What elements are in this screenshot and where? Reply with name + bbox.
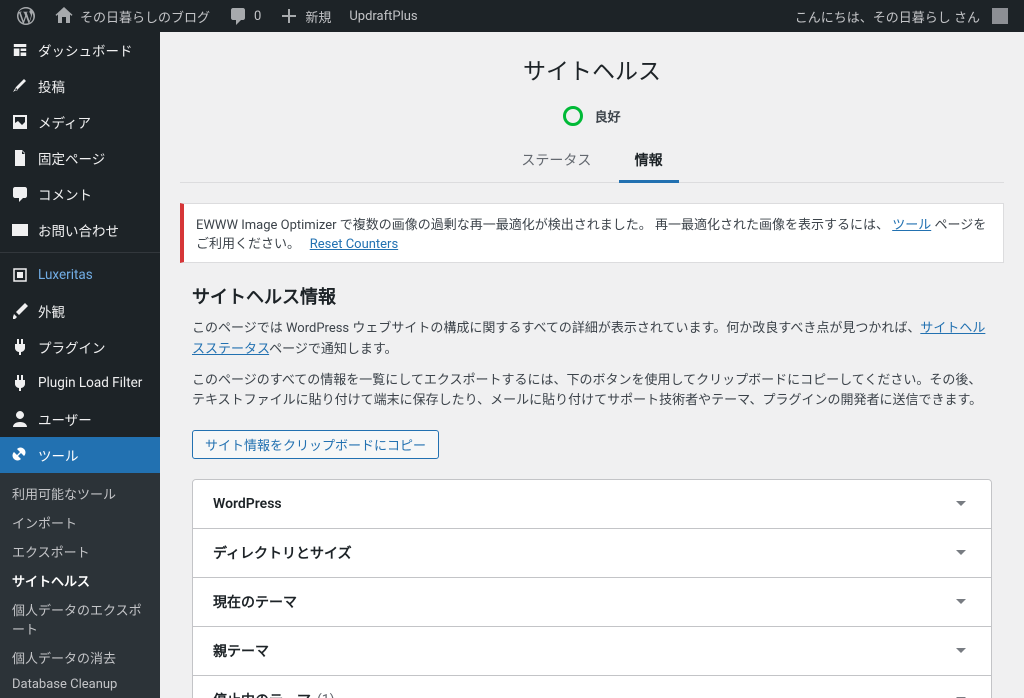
sidebar-item-label: 投稿 [38, 76, 152, 96]
accordion-toggle[interactable]: 現在のテーマ [193, 578, 991, 626]
sidebar-item-appearance[interactable]: 外観 [0, 293, 160, 329]
new-content[interactable]: 新規 [271, 0, 339, 32]
accordion-label: 現在のテーマ [213, 592, 297, 612]
ewww-notice: EWWW Image Optimizer で複数の画像の過剰な再一最適化が検出さ… [180, 203, 1004, 263]
lux-icon [10, 265, 30, 285]
sidebar-item-label: 外観 [38, 301, 152, 321]
sidebar-item-label: メディア [38, 112, 152, 132]
accordion-item: 現在のテーマ [193, 578, 991, 627]
sidebar-item-label: 固定ページ [38, 148, 152, 168]
page-title: サイトヘルス [180, 52, 1004, 86]
submenu-item-erase-personal[interactable]: 個人データの消去 [0, 643, 160, 672]
submenu-item-export-personal[interactable]: 個人データのエクスポート [0, 595, 160, 643]
sidebar-item-label: コメント [38, 184, 152, 204]
accordion-toggle[interactable]: 親テーマ [193, 627, 991, 675]
sidebar-item-label: プラグイン [38, 337, 152, 357]
sidebar-item-pluginloadfilter[interactable]: Plugin Load Filter [0, 365, 160, 401]
accordion-label: WordPress [213, 496, 282, 512]
sidebar-item-posts[interactable]: 投稿 [0, 68, 160, 104]
admin-sidebar: ダッシュボード投稿メディア固定ページコメントお問い合わせ Luxeritas 外観プ… [0, 32, 160, 698]
chevron-down-icon [951, 543, 971, 563]
page-icon [10, 148, 30, 168]
sidebar-item-media[interactable]: メディア [0, 104, 160, 140]
dash-icon [10, 40, 30, 60]
accordion-toggle[interactable]: WordPress [193, 480, 991, 528]
avatar-icon [992, 8, 1008, 24]
accordion-item: WordPress [193, 480, 991, 529]
site-name: その日暮らしのブログ [80, 7, 210, 26]
my-account[interactable]: こんにちは、その日暮らし さん [787, 0, 1016, 32]
info-paragraph-2: このページのすべての情報を一覧にしてエクスポートするには、下のボタンを使用してク… [192, 371, 992, 413]
site-home[interactable]: その日暮らしのブログ [46, 0, 218, 32]
comment-icon [228, 6, 248, 26]
health-status: 良好 [180, 106, 1004, 126]
plug-icon [10, 373, 30, 393]
info-heading: サイトヘルス情報 [192, 283, 992, 309]
chevron-down-icon [951, 690, 971, 698]
tab-info[interactable]: 情報 [619, 140, 679, 183]
sidebar-item-pages[interactable]: 固定ページ [0, 140, 160, 176]
plus-icon [279, 6, 299, 26]
comment-count: 0 [254, 9, 261, 24]
accordion-item: ディレクトリとサイズ [193, 529, 991, 578]
sidebar-item-label: Plugin Load Filter [38, 375, 152, 391]
reset-counters-link[interactable]: Reset Counters [310, 237, 398, 252]
user-icon [10, 409, 30, 429]
sidebar-item-dashboard[interactable]: ダッシュボード [0, 32, 160, 68]
sidebar-item-label: ツール [38, 445, 152, 465]
status-label: 良好 [595, 111, 621, 126]
mail-icon [10, 220, 30, 240]
wordpress-icon [16, 6, 36, 26]
health-tabs: ステータス 情報 [180, 140, 1004, 183]
accordion-item: 停止中のテーマ (1) [193, 676, 991, 698]
accordion-count: (1) [317, 692, 335, 698]
sidebar-item-users[interactable]: ユーザー [0, 401, 160, 437]
copy-site-info-button[interactable]: サイト情報をクリップボードにコピー [192, 430, 439, 459]
accordion-item: 親テーマ [193, 627, 991, 676]
wp-logo[interactable] [8, 0, 44, 32]
accordion-toggle[interactable]: ディレクトリとサイズ [193, 529, 991, 577]
sidebar-item-label: ユーザー [38, 409, 152, 429]
pin-icon [10, 76, 30, 96]
plug-icon [10, 337, 30, 357]
sidebar-item-comments[interactable]: コメント [0, 176, 160, 212]
tools-submenu: 利用可能なツールインポートエクスポートサイトヘルス個人データのエクスポート個人デ… [0, 473, 160, 698]
new-label: 新規 [305, 7, 331, 26]
notice-tools-link[interactable]: ツール [892, 218, 931, 233]
home-icon [54, 6, 74, 26]
brush-icon [10, 301, 30, 321]
comments-bubble[interactable]: 0 [220, 0, 269, 32]
chevron-down-icon [951, 494, 971, 514]
accordion-label: 親テーマ [213, 641, 269, 661]
tab-status[interactable]: ステータス [505, 140, 607, 183]
submenu-item-export[interactable]: エクスポート [0, 537, 160, 566]
submenu-item-sitehealth[interactable]: サイトヘルス [0, 566, 160, 595]
sidebar-item-tools[interactable]: ツール [0, 437, 160, 473]
accordion-label: ディレクトリとサイズ [213, 543, 352, 563]
chevron-down-icon [951, 641, 971, 661]
admin-bar: その日暮らしのブログ 0 新規 UpdraftPlus こんにちは、その日暮らし… [0, 0, 1024, 32]
sidebar-item-label: お問い合わせ [38, 220, 152, 240]
comment-icon [10, 184, 30, 204]
submenu-item-import[interactable]: インポート [0, 508, 160, 537]
health-accordion: WordPress ディレクトリとサイズ現在のテーマ親テーマ停止中のテーマ (1)… [192, 479, 992, 698]
status-ring-icon [563, 106, 583, 126]
info-paragraph-1: このページでは WordPress ウェブサイトの構成に関するすべての詳細が表示… [192, 319, 992, 361]
media-icon [10, 112, 30, 132]
submenu-item-dbcleanup[interactable]: Database Cleanup [0, 672, 160, 697]
accordion-label: 停止中のテーマ [213, 690, 311, 698]
sidebar-item-label: Luxeritas [38, 267, 152, 283]
sidebar-item-contact[interactable]: お問い合わせ [0, 212, 160, 248]
greeting: こんにちは、その日暮らし さん [795, 7, 980, 26]
content-area: サイトヘルス 良好 ステータス 情報 EWWW Image Optimizer … [160, 32, 1024, 698]
sidebar-item-luxeritas[interactable]: Luxeritas [0, 252, 160, 293]
updraft-menu[interactable]: UpdraftPlus [341, 0, 425, 32]
sidebar-item-label: ダッシュボード [38, 40, 152, 60]
accordion-toggle[interactable]: 停止中のテーマ (1) [193, 676, 991, 698]
sidebar-item-plugins[interactable]: プラグイン [0, 329, 160, 365]
tool-icon [10, 445, 30, 465]
chevron-down-icon [951, 592, 971, 612]
submenu-item-available[interactable]: 利用可能なツール [0, 479, 160, 508]
